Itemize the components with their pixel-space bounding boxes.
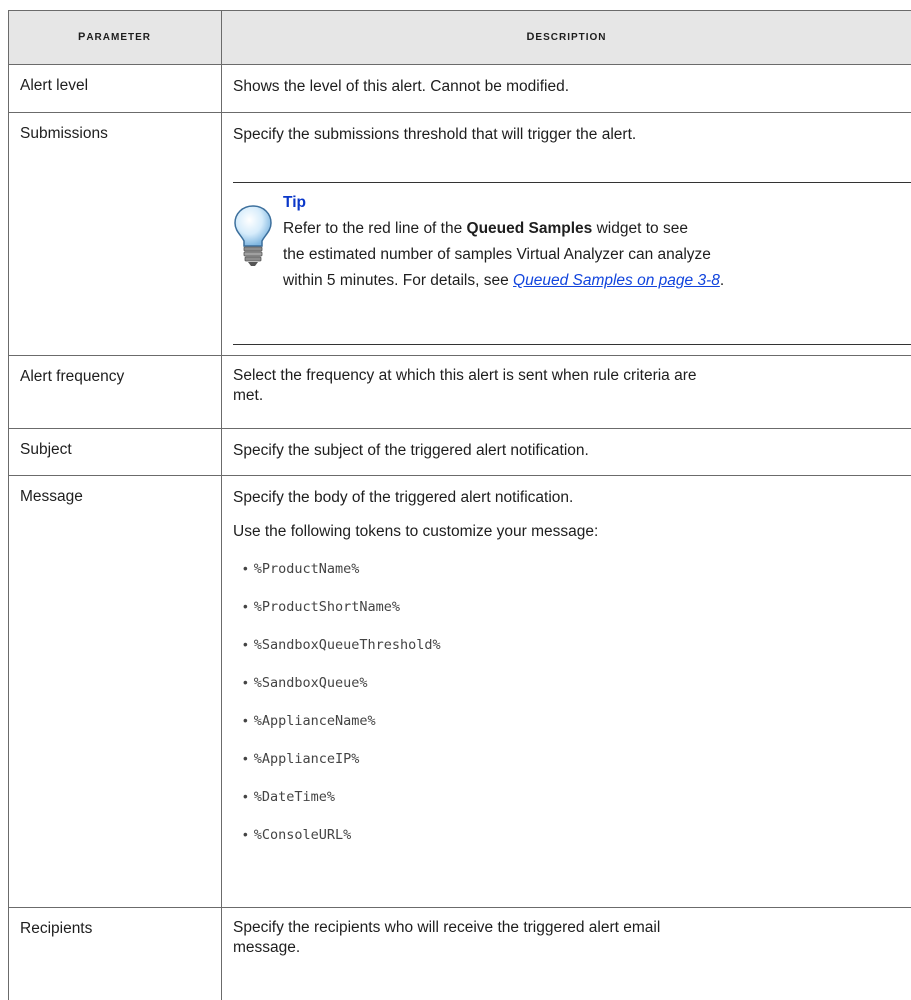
- desc-recipients: Specify the recipients who will receive …: [233, 919, 661, 956]
- desc-submissions: Specify the submissions threshold that w…: [233, 126, 637, 143]
- bullet-dot-icon: •: [243, 599, 248, 614]
- table-row-alert-frequency: Alert frequency Select the frequency at …: [8, 356, 911, 429]
- table-header: Parameter Description: [8, 10, 911, 65]
- desc-message: Specify the body of the triggered alert …: [233, 485, 899, 854]
- list-item: • %DateTime%: [243, 789, 336, 805]
- tip-widget-name: Queued Samples: [466, 220, 593, 237]
- list-item: • %ProductShortName%: [243, 599, 401, 615]
- tip-title: Tip: [283, 194, 306, 211]
- param-message: Message: [20, 488, 83, 505]
- table-row-subject: Subject Specify the subject of the trigg…: [8, 429, 911, 476]
- table-row-message: Message Specify the body of the triggere…: [8, 476, 911, 908]
- table-row-alert-level: Alert level Shows the level of this aler…: [8, 65, 911, 113]
- bullet-dot-icon: •: [243, 561, 248, 576]
- tip-box: Tip Refer to the red line of the Queued …: [233, 182, 911, 345]
- bullet-dot-icon: •: [243, 713, 248, 728]
- desc-subject: Specify the subject of the triggered ale…: [233, 442, 589, 459]
- tip-line-2: the estimated number of samples Virtual …: [283, 246, 711, 263]
- tip-line-1: Refer to the red line of the Queued Samp…: [283, 220, 688, 237]
- table-row-recipients: Recipients Specify the recipients who wi…: [8, 908, 911, 1000]
- list-item: • %SandboxQueue%: [243, 675, 368, 691]
- param-subject: Subject: [20, 441, 72, 458]
- param-recipients: Recipients: [20, 920, 93, 937]
- param-alert-frequency: Alert frequency: [20, 368, 125, 385]
- desc-alert-level: Shows the level of this alert. Cannot be…: [233, 78, 570, 95]
- desc-alert-frequency: Select the frequency at which this alert…: [233, 367, 697, 404]
- header-parameter: Parameter: [77, 27, 151, 44]
- param-submissions: Submissions: [20, 125, 108, 142]
- list-item: • %ApplianceIP%: [243, 751, 360, 767]
- bullet-dot-icon: •: [243, 789, 248, 804]
- bullet-dot-icon: •: [243, 637, 248, 652]
- list-item: • %ProductName%: [243, 561, 360, 577]
- list-item: • %ApplianceName%: [243, 713, 376, 729]
- token-list: • %ProductName% • %ProductShortName% • %San…: [233, 550, 899, 854]
- table-row-submissions: Submissions Specify the submissions thre…: [8, 113, 911, 356]
- queued-samples-link[interactable]: Queued Samples on page 3-8: [513, 272, 720, 289]
- tip-line-3: within 5 minutes. For details, see Queue…: [283, 272, 725, 289]
- bullet-dot-icon: •: [243, 675, 248, 690]
- parameter-table: Parameter Description Alert level Shows …: [8, 10, 911, 1000]
- bullet-dot-icon: •: [243, 751, 248, 766]
- lightbulb-icon: [234, 205, 272, 266]
- list-item: • %ConsoleURL%: [243, 827, 352, 843]
- bullet-dot-icon: •: [243, 827, 248, 842]
- header-description: Description: [526, 27, 607, 44]
- list-item: • %SandboxQueueThreshold%: [243, 637, 441, 653]
- tokens-intro: Use the following tokens to customize yo…: [233, 523, 599, 540]
- param-alert-level: Alert level: [20, 77, 89, 94]
